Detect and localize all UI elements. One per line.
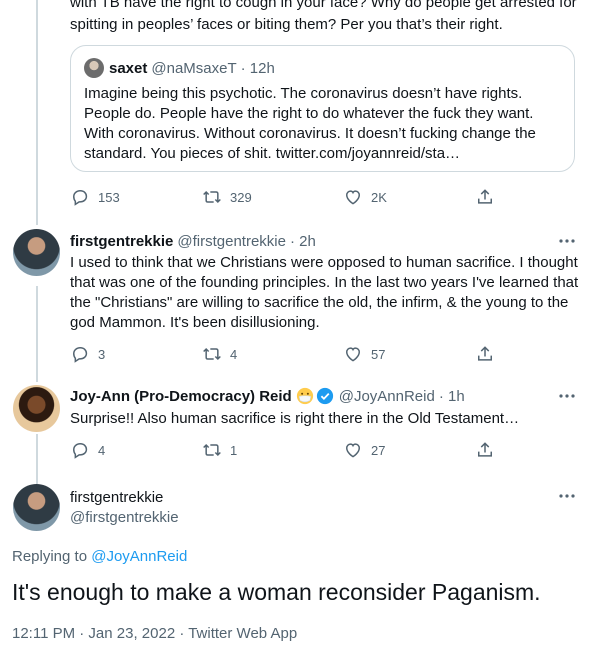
author-handle[interactable]: @JoyAnnReid (339, 388, 435, 405)
like-icon (345, 443, 361, 458)
more-button[interactable] (558, 487, 576, 505)
retweet-count: 329 (230, 189, 252, 205)
reply-button[interactable]: 3 (70, 343, 105, 365)
tweet-meta[interactable]: 12:11 PM · Jan 23, 2022 · Twitter Web Ap… (12, 625, 297, 642)
reply-icon (72, 442, 88, 459)
tweet-text: with TB have the right to cough in your … (70, 0, 577, 33)
mask-emoji-icon (296, 387, 313, 405)
more-icon (559, 239, 575, 243)
retweet-button[interactable]: 4 (202, 343, 237, 365)
retweet-button[interactable]: 329 (202, 186, 252, 208)
share-icon (478, 189, 492, 204)
tweet-header: firstgentrekkie @firstgentrekkie · 2h (70, 231, 316, 251)
tweet-header: Joy-Ann (Pro-Democracy) Reid @JoyAnnReid… (70, 386, 465, 406)
like-button[interactable]: 57 (343, 343, 385, 365)
retweet-icon (203, 190, 221, 204)
avatar[interactable] (13, 484, 60, 531)
thread-line (36, 434, 38, 484)
avatar[interactable] (13, 229, 60, 276)
author-handle[interactable]: @firstgentrekkie (70, 507, 179, 527)
focused-tweet-text: It's enough to make a woman reconsider P… (12, 579, 541, 605)
timestamp[interactable]: · 1h (439, 388, 465, 405)
reply-button[interactable]: 4 (70, 439, 105, 461)
avatar (84, 58, 104, 78)
timestamp[interactable]: · 2h (290, 233, 316, 250)
more-icon (559, 494, 575, 498)
author-name[interactable]: firstgentrekkie (70, 487, 163, 507)
quoted-tweet[interactable]: saxet @naMsaxeT · 12h Imagine being this… (70, 45, 575, 172)
like-button[interactable]: 27 (343, 439, 385, 461)
quoted-timestamp: · 12h (240, 59, 275, 77)
reply-button[interactable]: 153 (70, 186, 120, 208)
quoted-author-handle: @naMsaxeT (151, 59, 237, 77)
retweet-button[interactable]: 1 (202, 439, 237, 461)
share-button[interactable] (475, 343, 503, 365)
reply-count: 3 (98, 346, 106, 362)
retweet-icon (203, 443, 221, 457)
like-count: 2K (371, 189, 387, 205)
more-button[interactable] (558, 387, 576, 405)
quoted-tweet-header: saxet @naMsaxeT · 12h (84, 58, 275, 78)
share-button[interactable] (475, 439, 503, 461)
share-icon (478, 442, 492, 457)
author-name[interactable]: firstgentrekkie (70, 233, 173, 250)
tweet-text: Surprise!! Also human sacrifice is right… (70, 410, 520, 427)
share-button[interactable] (475, 186, 503, 208)
replying-to-label: Replying to (12, 548, 92, 565)
more-button[interactable] (558, 232, 576, 250)
like-button[interactable]: 2K (343, 186, 387, 208)
share-icon (478, 346, 492, 361)
reply-icon (72, 346, 88, 363)
thread-line (36, 0, 38, 225)
retweet-count: 4 (230, 346, 238, 362)
more-icon (559, 394, 575, 398)
reply-count: 4 (98, 442, 106, 458)
tweet-text: I used to think that we Christians were … (70, 254, 579, 331)
retweet-icon (203, 347, 221, 361)
quoted-tweet-text: Imagine being this psychotic. The corona… (84, 85, 536, 162)
avatar[interactable] (13, 385, 60, 432)
like-count: 57 (371, 346, 386, 362)
reply-icon (72, 189, 88, 206)
author-handle[interactable]: @firstgentrekkie (177, 233, 286, 250)
quoted-author-name: saxet (109, 59, 148, 77)
author-name[interactable]: Joy-Ann (Pro-Democracy) Reid (70, 388, 292, 405)
replying-to-handle-link[interactable]: @JoyAnnReid (91, 548, 187, 565)
like-icon (345, 190, 361, 205)
retweet-count: 1 (230, 442, 238, 458)
thread-line (36, 286, 38, 382)
verified-badge-icon (316, 387, 333, 405)
like-count: 27 (371, 442, 386, 458)
like-icon (345, 347, 361, 362)
replying-to: Replying to @JoyAnnReid (12, 548, 187, 565)
reply-count: 153 (98, 189, 120, 205)
